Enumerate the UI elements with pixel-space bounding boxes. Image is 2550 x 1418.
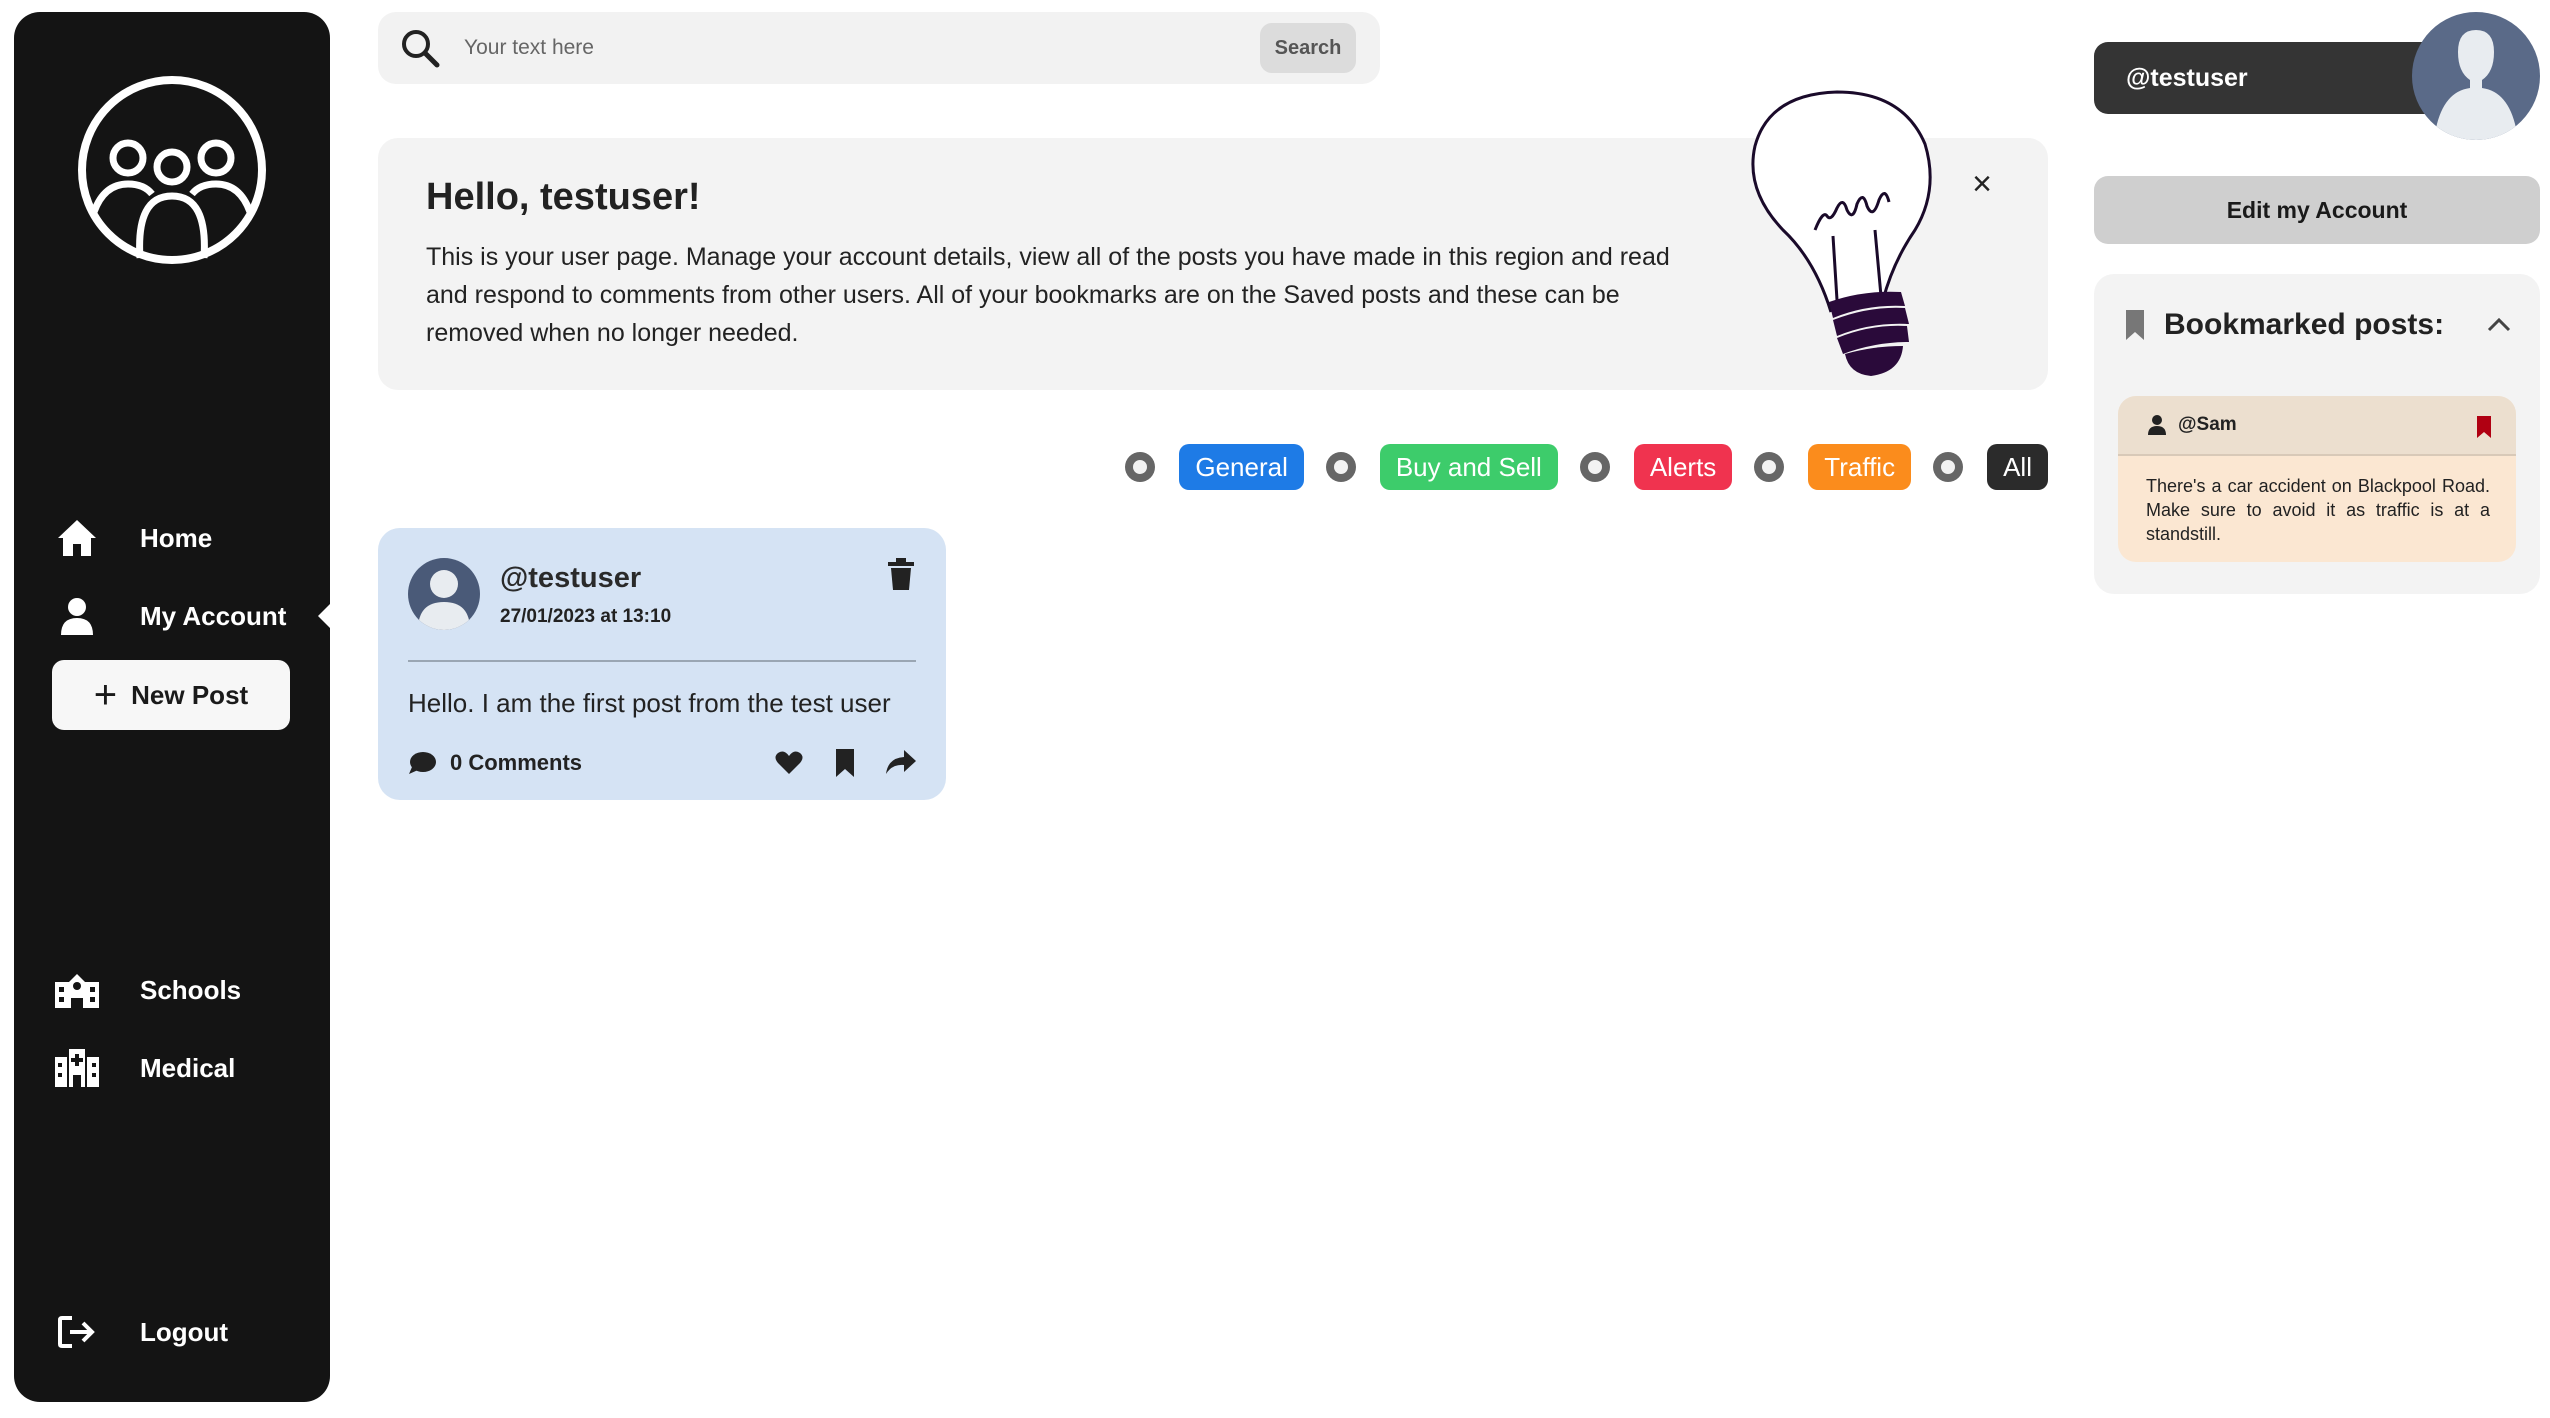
new-post-label: New Post	[131, 679, 249, 710]
post-body: Hello. I am the first post from the test…	[408, 688, 891, 718]
filter-radio[interactable]	[1933, 452, 1964, 482]
post-card: @testuser 27/01/2023 at 13:10 Hello. I a…	[378, 528, 946, 800]
search-button[interactable]: Search	[1260, 23, 1356, 73]
post-actions	[774, 748, 916, 778]
avatar[interactable]	[408, 558, 480, 630]
profile-username-pill: @testuser	[2094, 42, 2464, 114]
comment-icon	[409, 752, 436, 774]
bookmarked-post-user: @Sam	[2178, 414, 2237, 435]
lightbulb-icon	[1751, 90, 1932, 376]
nav-medical[interactable]: Medical	[54, 1038, 235, 1098]
search-bar: Search	[378, 12, 1380, 84]
bookmarked-post[interactable]: @Sam There's a car accident on Blackpool…	[2118, 396, 2516, 562]
filter-pill[interactable]: General	[1179, 444, 1304, 490]
profile-username: @testuser	[2126, 63, 2248, 92]
nav-logout[interactable]: Logout	[54, 1302, 228, 1362]
profile-avatar[interactable]	[2412, 12, 2540, 140]
filter-pill[interactable]: Alerts	[1633, 444, 1733, 490]
share-icon[interactable]	[886, 748, 916, 778]
bookmarked-post-header: @Sam	[2118, 396, 2516, 456]
bookmark-remove-icon[interactable]	[2476, 416, 2492, 438]
filter-radio[interactable]	[1754, 452, 1785, 482]
chevron-up-icon[interactable]	[2486, 314, 2512, 334]
user-icon	[54, 593, 100, 639]
close-icon[interactable]: ×	[1964, 166, 2000, 202]
comments-count: 0 Comments	[450, 750, 583, 775]
bookmarks-title: Bookmarked posts:	[2164, 308, 2445, 341]
nav-logout-label: Logout	[140, 1316, 229, 1347]
search-icon	[402, 30, 440, 68]
nav-schools[interactable]: Schools	[54, 960, 241, 1020]
nav-home[interactable]: Home	[54, 508, 212, 568]
filter-pill[interactable]: All	[1987, 444, 2048, 490]
filter-pill[interactable]: Buy and Sell	[1379, 444, 1558, 490]
post-divider	[408, 660, 916, 662]
category-filters: General Buy and Sell Alerts Traffic All	[1103, 444, 2048, 490]
logout-icon	[54, 1309, 100, 1355]
bookmark-icon[interactable]	[830, 748, 860, 778]
hospital-icon	[54, 1045, 100, 1091]
filter-radio[interactable]	[1325, 452, 1356, 482]
community-logo-icon[interactable]	[74, 72, 270, 268]
new-post-button[interactable]: + New Post	[52, 660, 290, 730]
bookmarks-panel: Bookmarked posts: @Sam There's a car acc…	[2094, 274, 2540, 594]
plus-icon: +	[93, 673, 118, 717]
nav-medical-label: Medical	[140, 1052, 236, 1083]
bookmarks-header: Bookmarked posts:	[2124, 308, 2444, 342]
heart-icon[interactable]	[774, 748, 804, 778]
filter-radio[interactable]	[1125, 452, 1156, 482]
filter-pill[interactable]: Traffic	[1808, 444, 1912, 490]
post-date: 27/01/2023 at 13:10	[500, 606, 672, 627]
bookmarked-post-text: There's a car accident on Blackpool Road…	[2146, 476, 2490, 544]
welcome-banner: Hello, testuser! This is your user page.…	[378, 90, 2048, 390]
filter-radio[interactable]	[1579, 452, 1610, 482]
bookmark-icon	[2126, 310, 2144, 340]
nav-schools-label: Schools	[140, 974, 242, 1005]
home-icon	[54, 515, 100, 561]
sidebar: Home My Account + New Post Schools Medic…	[14, 12, 345, 1402]
user-icon	[2148, 415, 2166, 435]
banner-title: Hello, testuser!	[426, 176, 701, 218]
comments-link[interactable]: 0 Comments	[408, 750, 582, 776]
nav-my-account-label: My Account	[140, 600, 287, 631]
nav-home-label: Home	[140, 522, 213, 553]
edit-account-button[interactable]: Edit my Account	[2094, 176, 2540, 244]
trash-icon[interactable]	[886, 558, 916, 590]
post-username[interactable]: @testuser	[500, 562, 641, 595]
search-input[interactable]	[464, 36, 1224, 60]
banner-text: This is your user page. Manage your acco…	[426, 243, 1670, 347]
school-icon	[54, 967, 100, 1013]
nav-my-account[interactable]: My Account	[54, 586, 345, 646]
